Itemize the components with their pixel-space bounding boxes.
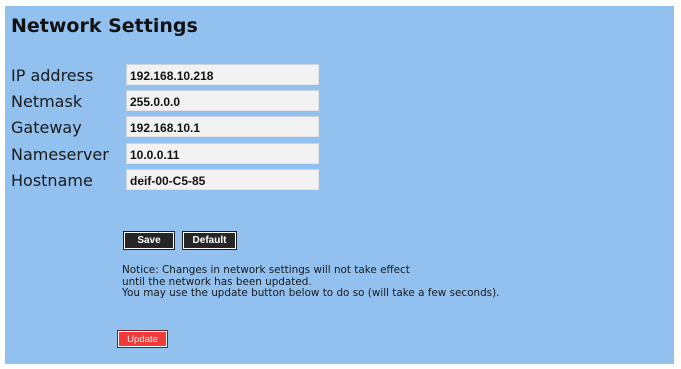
gateway-label: Gateway	[11, 118, 82, 137]
page-title: Network Settings	[11, 15, 198, 37]
default-button[interactable]: Default	[182, 231, 237, 250]
hostname-label: Hostname	[11, 171, 93, 190]
network-settings-panel: Network Settings IP address Netmask Gate…	[5, 6, 674, 364]
notice-line-3: You may use the update button below to d…	[122, 287, 500, 299]
hostname-row: Hostname	[11, 169, 331, 193]
nameserver-input[interactable]	[126, 143, 319, 164]
gateway-row: Gateway	[11, 116, 331, 140]
netmask-input[interactable]	[126, 90, 319, 111]
nameserver-row: Nameserver	[11, 143, 331, 167]
hostname-input[interactable]	[126, 169, 319, 190]
netmask-label: Netmask	[11, 92, 83, 111]
netmask-row: Netmask	[11, 90, 331, 114]
notice-line-1: Notice: Changes in network settings will…	[122, 264, 410, 276]
ip-address-row: IP address	[11, 64, 331, 88]
ip-address-input[interactable]	[126, 64, 319, 85]
gateway-input[interactable]	[126, 116, 319, 137]
save-button[interactable]: Save	[123, 231, 175, 250]
update-button[interactable]: Update	[117, 330, 168, 348]
nameserver-label: Nameserver	[11, 145, 109, 164]
notice-text: Notice: Changes in network settings will…	[122, 264, 500, 300]
ip-address-label: IP address	[11, 66, 94, 85]
